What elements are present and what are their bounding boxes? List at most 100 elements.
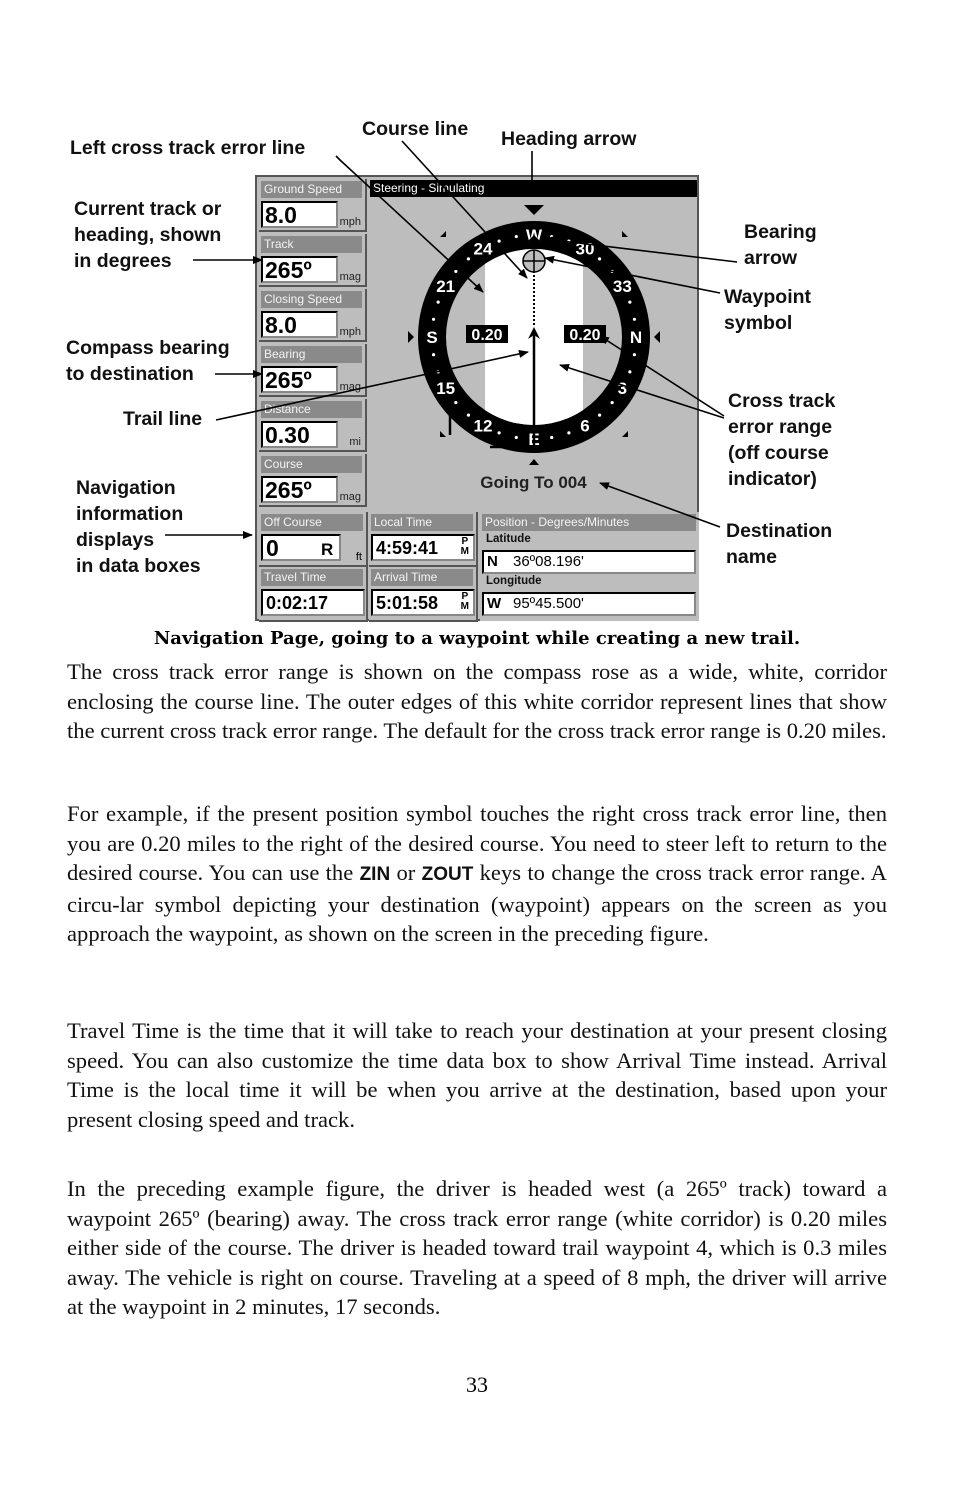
compass-label: 12 — [474, 416, 493, 435]
tick-marker — [440, 231, 446, 237]
latitude-label: Latitude — [486, 533, 531, 545]
data-box-unit: mag — [339, 271, 361, 283]
compass-tick-dot — [436, 370, 440, 374]
compass-tick-dot — [597, 257, 602, 261]
compass-tick-dot — [632, 353, 637, 357]
compass-tick-dot — [454, 269, 458, 274]
compass-label: S — [426, 328, 437, 347]
data-box-arrival-time[interactable]: Arrival Time 5:01:58 PM — [369, 567, 478, 622]
zin-key: ZIN — [359, 864, 391, 886]
data-box-unit: mph — [339, 326, 361, 338]
compass-label: 15 — [436, 379, 455, 398]
data-box-value: 0:02:17 — [261, 589, 365, 616]
data-box-value: 265º — [261, 366, 338, 393]
tick-marker — [440, 431, 446, 437]
zout-key: ZOUT — [421, 864, 474, 886]
label-current-track: Current track or heading, shown in degre… — [74, 198, 222, 272]
compass-tick-dot — [454, 400, 458, 405]
paragraph-3: Travel Time is the time that it will tak… — [67, 1018, 887, 1132]
data-box-unit: mag — [339, 491, 361, 503]
position-title: Position - Degrees/Minutes — [482, 514, 696, 531]
label-waypoint-symbol: Waypoint symbol — [724, 286, 812, 334]
compass-tick-dot — [610, 269, 614, 274]
data-box-label: Course — [261, 456, 362, 473]
compass-tick-dot — [431, 353, 436, 357]
device-screen: Ground Speed 8.0 mph Track 265º mag Clos… — [255, 175, 699, 622]
data-box-value: 0.30 — [261, 421, 338, 448]
tick-marker — [622, 231, 628, 237]
label-destination-name: Destination name — [726, 520, 833, 568]
compass-label: 6 — [580, 416, 589, 435]
data-box-position[interactable]: Position - Degrees/Minutes Latitude N 36º… — [480, 512, 699, 621]
compass-tick-dot — [550, 234, 554, 239]
data-box-unit: ft — [355, 551, 362, 563]
compass-tick-dot — [632, 317, 637, 321]
ampm-indicator: PM — [460, 536, 469, 557]
compass-tick-dot — [567, 239, 571, 243]
compass-tick-dot — [497, 239, 501, 243]
label-trail-line: Trail line — [123, 408, 203, 430]
data-box-course[interactable]: Course 265º mag — [259, 454, 367, 507]
data-box-unit: mag — [339, 381, 361, 393]
compass-tick-dot — [514, 435, 518, 440]
data-box-label: Ground Speed — [261, 181, 362, 198]
navigation-page-figure: Left cross track error line Course line … — [0, 0, 954, 625]
data-box-track[interactable]: Track 265º mag — [259, 234, 367, 287]
local-time-value: 4:59:41 — [376, 538, 439, 558]
latitude-field: N 36º08.196' — [482, 550, 696, 574]
compass-tick-dot — [497, 431, 501, 435]
data-box-local-time[interactable]: Local Time 4:59:41 PM — [369, 512, 478, 567]
data-box-off-course[interactable]: Off Course 0 R ft — [259, 512, 368, 567]
data-box-closing-speed[interactable]: Closing Speed 8.0 mph — [259, 289, 367, 342]
paragraph-2: For example, if the present position sym… — [67, 801, 887, 947]
data-box-label: Arrival Time — [371, 569, 473, 586]
data-box-label: Closing Speed — [261, 291, 362, 308]
data-box-bearing[interactable]: Bearing 265º mag — [259, 344, 367, 397]
label-navigation-info: Navigation information displays in data … — [76, 477, 201, 577]
xte-left-value: 0.20 — [471, 327, 502, 344]
bottom-marker — [529, 459, 539, 465]
compass-label: 24 — [474, 240, 493, 259]
data-box-value: 265º — [261, 256, 338, 283]
xte-right-value: 0.20 — [569, 327, 600, 344]
label-bearing-arrow: Bearing arrow — [744, 221, 817, 269]
compass-tick-dot — [436, 300, 440, 304]
compass-tick-dot — [597, 413, 602, 417]
paragraph-4: In the preceding example figure, the dri… — [67, 1176, 887, 1320]
paragraph-1: The cross track error range is shown on … — [67, 659, 887, 744]
data-box-ground-speed[interactable]: Ground Speed 8.0 mph — [259, 179, 367, 232]
latitude-hemisphere: N — [487, 553, 498, 570]
compass-label: 3 — [618, 379, 627, 398]
data-box-label: Travel Time — [261, 569, 363, 586]
latitude-value: 36º08.196' — [513, 553, 584, 570]
off-course-side: R — [321, 540, 334, 559]
label-cross-track-error-range: Cross track error range (off course indi… — [728, 390, 836, 490]
compass-rose: W3033N36E1215S2124 0.20 0.20 — [408, 205, 660, 465]
data-box-label: Off Course — [261, 514, 363, 531]
data-box-travel-time[interactable]: Travel Time 0:02:17 — [259, 567, 368, 622]
data-box-value: 8.0 — [261, 311, 338, 338]
data-box-value: 265º — [261, 476, 338, 503]
ampm-indicator: PM — [460, 591, 469, 612]
compass-tick-dot — [514, 234, 518, 239]
steering-title-bar: Steering - Simulating — [370, 180, 697, 197]
data-box-value: 8.0 — [261, 201, 338, 228]
data-box-value: 5:01:58 PM — [371, 589, 475, 616]
compass-tick-dot — [466, 257, 471, 261]
figure-caption: Navigation Page, going to a waypoint whi… — [153, 628, 801, 649]
data-box-value: 4:59:41 PM — [371, 534, 475, 561]
compass-tick-dot — [567, 431, 571, 435]
destination-name: Going To 004 — [480, 473, 587, 492]
heading-marker — [524, 205, 544, 215]
data-box-distance[interactable]: Distance 0.30 mi — [259, 399, 367, 452]
longitude-field: W 95º45.500' — [482, 592, 696, 616]
compass-tick-dot — [628, 370, 632, 374]
longitude-label: Longitude — [486, 575, 542, 587]
compass-label: 21 — [436, 277, 455, 296]
compass-tick-dot — [610, 400, 614, 405]
data-box-unit: mph — [339, 216, 361, 228]
label-compass-bearing: Compass bearing to destination — [66, 337, 230, 385]
data-box-label: Bearing — [261, 346, 362, 363]
data-box-unit: mi — [349, 436, 361, 448]
longitude-hemisphere: W — [487, 595, 502, 612]
